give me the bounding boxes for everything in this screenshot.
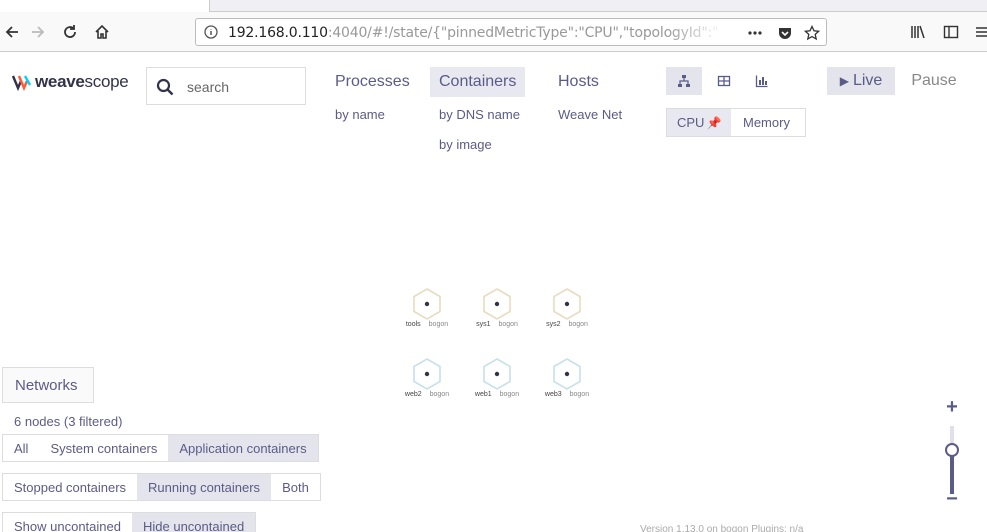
resources-icon: [755, 75, 768, 88]
topology-processes[interactable]: Processes: [326, 67, 419, 97]
node-count: 6 nodes (3 filtered): [14, 414, 123, 429]
pin-icon: 📌: [706, 115, 722, 130]
node-sublabel: bogon: [429, 391, 450, 398]
view-mode-selector: [666, 67, 782, 95]
url-bar[interactable]: 192.168.0.110:4040/#!/state/{"pinnedMetr…: [195, 18, 827, 46]
hexagon-node-icon: [553, 358, 581, 390]
node-label: sys1: [476, 321, 491, 328]
metric-cpu-button[interactable]: CPU 📌: [667, 109, 731, 136]
table-icon: [717, 75, 731, 87]
node-sublabel: bogon: [568, 321, 588, 328]
filter-system-containers[interactable]: System containers: [39, 435, 168, 461]
pocket-icon[interactable]: [776, 24, 794, 42]
sub-topology-containers-by-dns-name[interactable]: by DNS name: [439, 107, 520, 122]
pause-button[interactable]: Pause: [903, 67, 965, 95]
graph-node[interactable]: web3 bogon: [532, 358, 602, 408]
play-icon: ▶: [839, 74, 849, 88]
uncontained-filter: Show uncontained Hide uncontained: [2, 512, 257, 532]
container-state-filter: Stopped containers Running containers Bo…: [2, 473, 321, 501]
search-input[interactable]: [187, 77, 297, 97]
search-box[interactable]: [146, 67, 306, 105]
graph-node[interactable]: web1 bogon: [462, 358, 532, 408]
metric-selector: CPU 📌 Memory: [666, 108, 806, 137]
logo-text-light: scope: [84, 72, 129, 91]
topology-hosts[interactable]: Hosts: [549, 67, 608, 97]
live-label: Live: [852, 72, 883, 89]
forward-icon[interactable]: [26, 20, 50, 44]
resources-view-button[interactable]: [744, 67, 780, 95]
metric-memory-button[interactable]: Memory: [733, 109, 800, 136]
filter-running-containers[interactable]: Running containers: [137, 474, 272, 500]
filter-both[interactable]: Both: [271, 474, 320, 500]
zoom-in-button[interactable]: +: [940, 396, 964, 419]
home-icon[interactable]: [90, 20, 114, 44]
node-sublabel: bogon: [499, 391, 520, 398]
weave-logo-icon: [12, 75, 32, 92]
networks-button[interactable]: Networks: [2, 367, 94, 403]
node-sublabel: bogon: [428, 321, 449, 328]
back-icon[interactable]: [0, 20, 24, 44]
node-sublabel: bogon: [498, 321, 518, 328]
node-label: web1: [474, 391, 492, 398]
filter-application-containers[interactable]: Application containers: [168, 435, 318, 461]
node-label: web2: [404, 391, 422, 398]
container-type-filter: All System containers Application contai…: [2, 434, 319, 462]
hexagon-node-icon: [483, 288, 511, 320]
metric-cpu-label: CPU: [677, 115, 705, 130]
table-view-button[interactable]: [706, 67, 742, 95]
graph-node[interactable]: sys2 bogon: [532, 288, 602, 338]
browser-tabstrip: [0, 0, 987, 12]
node-label: web3: [544, 391, 562, 398]
footer-version: Version 1.13.0 on bogon Plugins: n/a: [640, 524, 804, 532]
topology-containers[interactable]: Containers: [430, 67, 526, 97]
url-text: 192.168.0.110:4040/#!/state/{"pinnedMetr…: [228, 25, 718, 41]
page-actions-icon[interactable]: [746, 24, 764, 42]
logo-text-bold: weave: [35, 72, 85, 91]
time-control: ▶ Live Pause: [827, 67, 967, 95]
hexagon-node-icon: [553, 288, 581, 320]
search-icon: [156, 78, 174, 96]
filter-all[interactable]: All: [3, 435, 39, 461]
sub-topology-containers-by-image[interactable]: by image: [439, 137, 492, 152]
info-icon[interactable]: [204, 25, 218, 39]
menu-icon[interactable]: [970, 20, 987, 44]
node-label: sys2: [546, 321, 561, 328]
live-button[interactable]: ▶ Live: [827, 67, 895, 95]
filter-hide-uncontained[interactable]: Hide uncontained: [131, 513, 256, 532]
reload-icon[interactable]: [58, 20, 82, 44]
graph-node[interactable]: web2 bogon: [392, 358, 462, 408]
graph-icon: [678, 75, 690, 87]
graph-node[interactable]: tools bogon: [392, 288, 462, 338]
sidebar-icon[interactable]: [939, 20, 963, 44]
graph-view-button[interactable]: [666, 67, 702, 95]
zoom-slider-handle[interactable]: [945, 442, 959, 457]
hexagon-node-icon: [413, 288, 441, 320]
weavescope-logo: weave scope: [12, 72, 129, 92]
bookmark-star-icon[interactable]: [803, 24, 821, 42]
browser-tab[interactable]: [0, 0, 210, 12]
sub-topology-processes-by-name[interactable]: by name: [335, 107, 385, 122]
hexagon-node-icon: [483, 358, 511, 390]
node-sublabel: bogon: [569, 391, 590, 398]
library-icon[interactable]: [906, 20, 930, 44]
filter-stopped-containers[interactable]: Stopped containers: [3, 474, 137, 500]
sub-topology-hosts-weave-net[interactable]: Weave Net: [558, 107, 622, 122]
browser-toolbar: 192.168.0.110:4040/#!/state/{"pinnedMetr…: [0, 12, 987, 52]
zoom-control: + −: [940, 396, 964, 512]
node-label: tools: [405, 321, 421, 328]
filter-show-uncontained[interactable]: Show uncontained: [3, 513, 132, 532]
zoom-out-button[interactable]: −: [940, 488, 964, 511]
graph-node[interactable]: sys1 bogon: [462, 288, 532, 338]
hexagon-node-icon: [413, 358, 441, 390]
